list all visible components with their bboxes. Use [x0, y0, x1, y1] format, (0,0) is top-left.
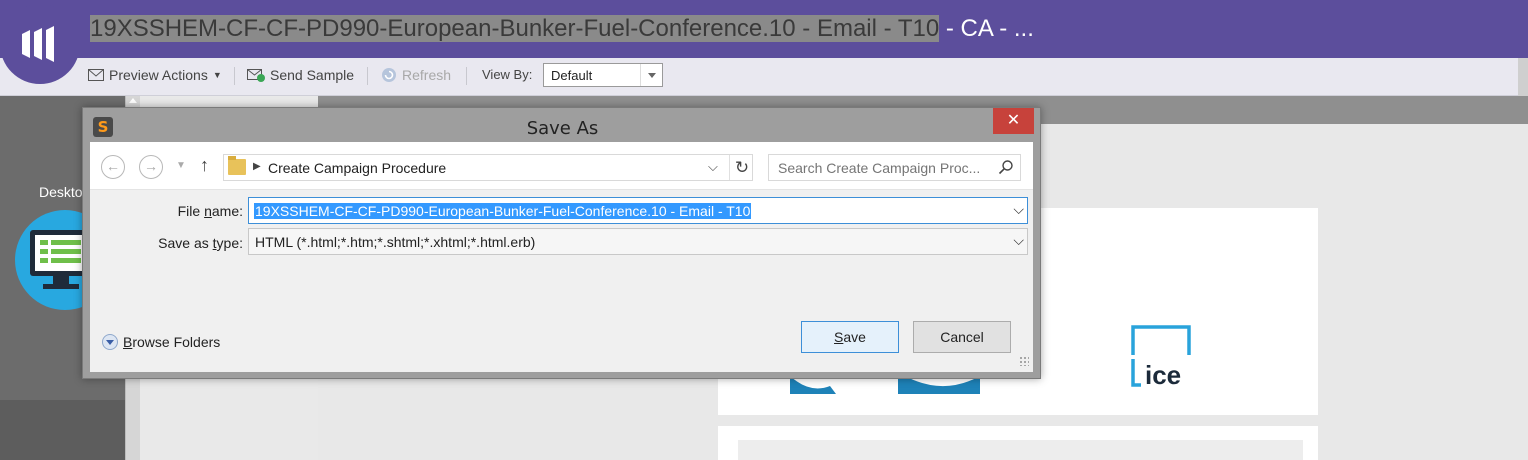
breadcrumb-chevron-icon[interactable]: ▶ [253, 161, 261, 172]
refresh-location-button[interactable]: ↻ [729, 155, 754, 180]
address-bar[interactable]: ▶ Create Campaign Procedure ⌵ ↻ [223, 154, 753, 181]
file-name-field[interactable]: 19XSSHEM-CF-CF-PD990-European-Bunker-Fue… [248, 197, 1028, 224]
forward-arrow-icon: → [144, 158, 158, 174]
up-arrow-icon: ↑ [200, 155, 209, 175]
file-name-label-accel: n [204, 203, 212, 219]
save-type-label-pre: Save as [158, 235, 213, 251]
forward-button[interactable]: → [139, 155, 163, 179]
envelope-icon [88, 69, 104, 81]
cancel-button[interactable]: Cancel [913, 321, 1011, 353]
page-title-selected: 19XSSHEM-CF-CF-PD990-European-Bunker-Fue… [90, 15, 940, 42]
file-name-label-post: ame: [211, 203, 243, 219]
toolbar-divider [466, 67, 467, 85]
view-by-select[interactable]: Default [543, 63, 663, 87]
left-panel-footer [0, 400, 125, 460]
up-button[interactable]: ↑ [200, 155, 209, 176]
page-title-rest: - CA - ... [939, 15, 1034, 42]
chevron-down-icon [640, 64, 662, 86]
chevron-down-icon[interactable]: ⌵ [1013, 232, 1024, 249]
browse-folders-accel: B [123, 334, 133, 350]
file-name-value[interactable]: 19XSSHEM-CF-CF-PD990-European-Bunker-Fue… [254, 203, 752, 219]
toolbar: Preview Actions ▼ Send Sample Refresh Vi… [0, 58, 1528, 96]
marketo-logo-icon[interactable] [0, 4, 80, 84]
save-button-rest: ave [843, 329, 866, 345]
search-icon[interactable] [998, 159, 1014, 175]
browse-folders-label: Browse Folders [123, 334, 220, 350]
save-type-label: Save as type: [133, 235, 243, 251]
view-by-value: Default [551, 68, 593, 83]
send-sample-icon [247, 68, 265, 82]
ice-logo-icon: ice [1131, 325, 1191, 390]
dialog-title: Save As [526, 118, 599, 139]
email-preview-inner [738, 440, 1303, 460]
back-arrow-icon: ← [106, 158, 120, 174]
refresh-icon: ↻ [734, 158, 750, 177]
send-sample-label: Send Sample [270, 67, 355, 83]
navigation-bar: ← → ▼ ↑ ▶ Create Campaign Procedure ⌵ ↻ [90, 142, 1033, 190]
recent-locations-dropdown[interactable]: ▼ [176, 160, 186, 171]
refresh-button[interactable]: Refresh [381, 67, 451, 83]
folder-icon [228, 156, 246, 175]
preview-actions-label: Preview Actions [109, 67, 208, 83]
back-button[interactable]: ← [101, 155, 125, 179]
app-header: 19XSSHEM-CF-CF-PD990-European-Bunker-Fue… [0, 0, 1528, 58]
save-type-label-post: ype: [216, 235, 243, 251]
address-path[interactable]: Create Campaign Procedure [268, 160, 446, 176]
expand-circle-icon [102, 334, 118, 350]
view-by-label: View By: [482, 67, 533, 82]
search-box[interactable] [768, 154, 1021, 181]
close-button[interactable]: ✕ [993, 108, 1034, 134]
file-name-label: File name: [153, 203, 243, 219]
save-button-accel: S [834, 329, 844, 345]
refresh-label: Refresh [402, 67, 452, 83]
caret-down-icon: ▼ [212, 70, 222, 80]
close-icon: ✕ [1006, 112, 1021, 129]
search-input[interactable] [769, 155, 994, 180]
save-as-dialog: S Save As ✕ ← → ▼ ↑ ▶ Create Campaign Pr… [82, 107, 1041, 379]
toolbar-divider [234, 67, 235, 85]
scroll-up-icon[interactable] [129, 98, 137, 103]
chevron-down-icon[interactable]: ⌵ [708, 159, 718, 175]
send-sample-button[interactable]: Send Sample [247, 67, 354, 83]
resize-grip-icon[interactable] [1019, 356, 1029, 366]
toolbar-divider [367, 67, 368, 85]
ice-logo-text: ice [1145, 360, 1181, 387]
file-name-label-pre: File [177, 203, 205, 219]
chevron-down-icon[interactable]: ⌵ [1013, 201, 1024, 218]
browse-folders-rest: rowse Folders [132, 334, 221, 350]
refresh-icon [382, 68, 396, 82]
header-scrollbar[interactable] [1518, 58, 1528, 96]
save-button[interactable]: Save [801, 321, 899, 353]
browse-folders-toggle[interactable]: Browse Folders [102, 334, 220, 350]
preview-actions-menu[interactable]: Preview Actions ▼ [88, 67, 222, 83]
save-type-select[interactable]: HTML (*.html;*.htm;*.shtml;*.xhtml;*.htm… [248, 228, 1028, 255]
page-title: 19XSSHEM-CF-CF-PD990-European-Bunker-Fue… [90, 13, 1034, 45]
save-type-value: HTML (*.html;*.htm;*.shtml;*.xhtml;*.htm… [255, 234, 536, 250]
